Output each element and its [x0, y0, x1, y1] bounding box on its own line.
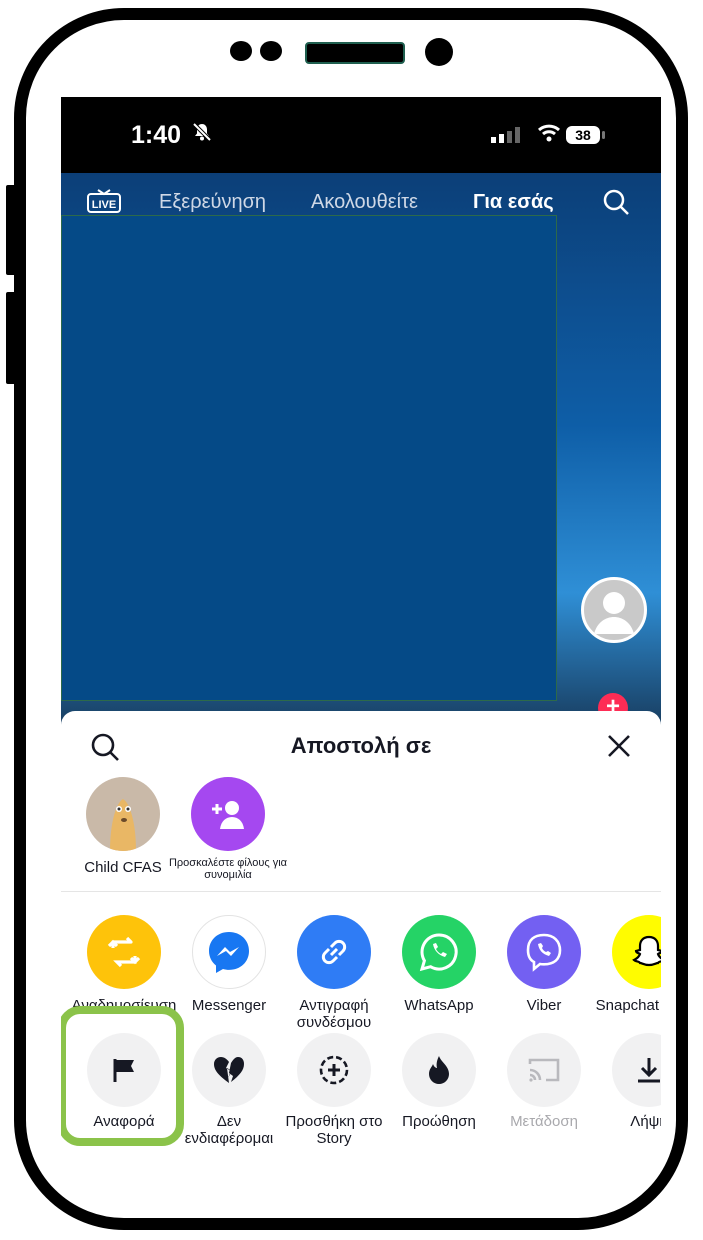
add-story-icon [297, 1033, 371, 1107]
video-feed[interactable]: LIVE Εξερεύνηση Ακολουθείτε Για εσάς + [61, 173, 661, 785]
action-promote[interactable]: Προώθηση [384, 1033, 494, 1130]
link-icon [297, 915, 371, 989]
messenger-icon [192, 915, 266, 989]
video-content [61, 215, 557, 701]
app-label: Messenger [191, 997, 267, 1014]
app-label: Αντιγραφή συνδέσμου [296, 997, 372, 1031]
app-label: WhatsApp [404, 997, 474, 1014]
snapchat-icon [612, 915, 661, 989]
status-time: 1:40 [131, 121, 182, 149]
contact-name: Προσκαλέστε φίλους για συνομιλία [168, 857, 288, 881]
app-label: Snapchat Chats [595, 997, 661, 1014]
tab-for-you[interactable]: Για εσάς [473, 191, 554, 214]
avatar [86, 777, 160, 851]
tab-following[interactable]: Ακολουθείτε [311, 191, 418, 214]
app-label: Viber [526, 997, 562, 1014]
share-repost[interactable]: Αναδημοσίευση [69, 915, 179, 1014]
creator-avatar[interactable] [581, 577, 647, 643]
add-user-icon [191, 777, 265, 851]
action-download[interactable]: Λήψη [594, 1033, 661, 1130]
close-icon[interactable] [606, 733, 632, 764]
action-label: Προώθηση [402, 1113, 476, 1130]
whatsapp-icon [402, 915, 476, 989]
report-highlight-box [61, 1006, 184, 1146]
action-add-to-story[interactable]: Προσθήκη στο Story [279, 1033, 389, 1147]
contact-child-cfas[interactable]: Child CFAS [63, 777, 183, 876]
live-tv-icon[interactable]: LIVE [86, 187, 122, 213]
share-viber[interactable]: Viber [489, 915, 599, 1014]
battery-tip [602, 131, 605, 139]
battery-indicator: 38 [566, 126, 600, 144]
mute-bell-icon [191, 121, 213, 149]
action-label: Δεν ενδιαφέρομαι [184, 1113, 274, 1147]
wifi-icon [537, 123, 561, 148]
share-messenger[interactable]: Messenger [174, 915, 284, 1014]
signal-icon [491, 127, 525, 148]
tab-explore[interactable]: Εξερεύνηση [159, 191, 266, 214]
contact-name: Child CFAS [84, 859, 162, 876]
cast-icon [507, 1033, 581, 1107]
share-whatsapp[interactable]: WhatsApp [384, 915, 494, 1014]
action-label: Προσθήκη στο Story [285, 1113, 383, 1147]
screen: 1:40 38 LIVE Εξερεύνηση Ακολουθείτε Για … [61, 97, 661, 1162]
share-snapchat[interactable]: Snapchat Chats [594, 915, 661, 1014]
sensor-dot [230, 41, 252, 61]
invite-friends-button[interactable]: Προσκαλέστε φίλους για συνομιλία [168, 777, 288, 881]
status-bar: 1:40 38 [61, 97, 661, 173]
speaker-grille [305, 42, 405, 64]
flame-icon [402, 1033, 476, 1107]
sheet-title: Αποστολή σε [290, 733, 432, 758]
action-not-interested[interactable]: Δεν ενδιαφέρομαι [174, 1033, 284, 1147]
action-label: Μετάδοση [510, 1113, 578, 1130]
download-icon [612, 1033, 661, 1107]
divider [61, 891, 661, 892]
broken-heart-icon [192, 1033, 266, 1107]
top-nav: LIVE Εξερεύνηση Ακολουθείτε Για εσάς [61, 183, 661, 219]
action-label: Λήψη [630, 1113, 661, 1130]
share-sheet: Αποστολή σε Child CFAS Προσκαλέστε φίλου… [61, 711, 661, 1162]
camera-dot [425, 38, 453, 66]
repost-icon [87, 915, 161, 989]
viber-icon [507, 915, 581, 989]
share-copy-link[interactable]: Αντιγραφή συνδέσμου [279, 915, 389, 1031]
search-icon[interactable] [601, 187, 631, 223]
action-cast[interactable]: Μετάδοση [489, 1033, 599, 1130]
svg-text:LIVE: LIVE [92, 199, 116, 211]
sensor-dot [260, 41, 282, 61]
